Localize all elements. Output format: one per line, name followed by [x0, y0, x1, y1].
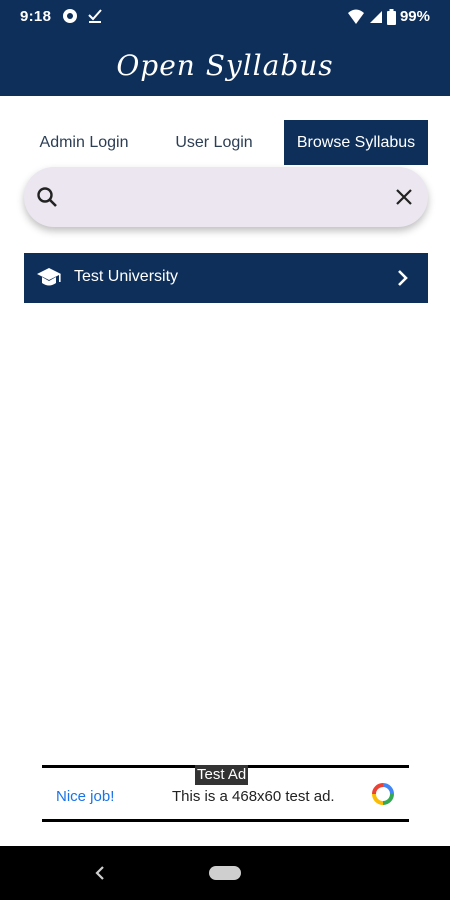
status-system-icons: 99%: [347, 8, 430, 25]
status-notification-icons: [62, 8, 102, 24]
close-icon[interactable]: [394, 187, 414, 207]
ad-text: This is a 468x60 test ad.: [172, 788, 335, 805]
cell-signal-icon: [369, 10, 382, 23]
home-pill-button[interactable]: [209, 866, 241, 880]
search-icon[interactable]: [36, 186, 58, 208]
status-bar: 9:18 99%: [0, 0, 450, 34]
download-done-icon: [88, 9, 102, 23]
list-item-test-university[interactable]: Test University: [24, 253, 428, 303]
tab-browse-syllabus[interactable]: Browse Syllabus: [284, 120, 428, 165]
app-title: Open Syllabus: [116, 48, 334, 82]
ad-link-text[interactable]: Nice job!: [56, 788, 114, 805]
notification-badge-icon: [63, 9, 77, 23]
battery-percent: 99%: [399, 8, 430, 25]
search-bar: [24, 167, 428, 227]
list-item-label: Test University: [74, 268, 179, 285]
wifi-icon: [347, 9, 364, 24]
battery-icon: [386, 8, 396, 25]
tab-admin-login[interactable]: Admin Login: [24, 120, 144, 165]
app-bar: Open Syllabus: [0, 34, 450, 96]
ad-badge: Test Ad: [195, 765, 249, 785]
chevron-right-icon: [398, 270, 408, 286]
search-input[interactable]: [74, 179, 398, 217]
ad-logo-icon: [372, 783, 394, 805]
ad-banner[interactable]: Test Ad Nice job! This is a 468x60 test …: [42, 765, 409, 822]
graduation-cap-icon: [37, 268, 61, 286]
back-icon[interactable]: [94, 865, 106, 881]
tab-bar: Admin Login User Login Browse Syllabus: [24, 120, 428, 165]
tab-user-login[interactable]: User Login: [144, 120, 284, 165]
status-time: 9:18: [20, 8, 52, 25]
system-nav-bar: [0, 846, 450, 900]
